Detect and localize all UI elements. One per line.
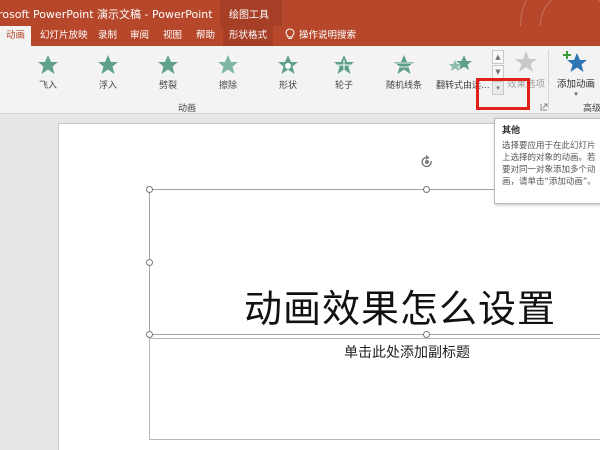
gallery-scroll-up[interactable]: ▲ — [492, 50, 504, 64]
resize-handle[interactable] — [146, 186, 153, 193]
star-icon — [515, 51, 537, 72]
star-icon — [278, 55, 298, 74]
group-label-animation: 动画 — [178, 104, 197, 114]
effect-wipe[interactable]: 擦除 — [204, 54, 252, 91]
window-title: rosoft PowerPoint 演示文稿 - PowerPoint — [0, 8, 213, 21]
slide-subtitle[interactable]: 单击此处添加副标题 — [344, 342, 470, 362]
effect-split[interactable]: 劈裂 — [144, 54, 192, 91]
gallery-scroll-down[interactable]: ▼ — [492, 65, 504, 79]
tab-slideshow[interactable]: 幻灯片放映 — [40, 26, 88, 46]
star-icon — [394, 55, 414, 74]
group-separator — [548, 50, 549, 110]
resize-handle[interactable] — [146, 259, 153, 266]
tab-review[interactable]: 审阅 — [130, 26, 149, 46]
effect-wheel[interactable]: 轮子 — [320, 54, 368, 91]
tab-shape-format[interactable]: 形状格式 — [223, 26, 274, 46]
star-icon — [158, 55, 178, 74]
star-icon — [218, 55, 238, 74]
tab-help[interactable]: 帮助 — [196, 26, 215, 46]
tell-me-search[interactable]: 操作说明搜索 — [285, 26, 356, 46]
star-icon — [98, 55, 118, 74]
group-label-advanced: 高级 — [583, 104, 600, 114]
effect-shape[interactable]: 形状 — [264, 54, 312, 91]
star-icon — [38, 55, 58, 74]
highlight-box — [476, 78, 530, 110]
tab-animations[interactable]: 动画 — [0, 26, 32, 46]
tooltip-title: 其他 — [502, 126, 521, 136]
rotate-handle-icon[interactable] — [420, 155, 434, 171]
context-group-label: 绘图工具 — [229, 10, 269, 21]
add-animation-label: 添加动画 — [556, 79, 595, 90]
effect-label: 劈裂 — [158, 81, 177, 91]
star-plus-icon — [563, 51, 587, 72]
star-icon — [449, 55, 472, 71]
resize-handle[interactable] — [146, 331, 153, 338]
tell-me-label: 操作说明搜索 — [299, 30, 357, 41]
tooltip-body: 选择要应用于在此幻灯片上选择的对象的动画。若要对同一对象添加多个动画，请单击“添… — [502, 141, 596, 187]
effect-random-bars[interactable]: 随机线条 — [380, 54, 428, 91]
effect-float-in[interactable]: 浮入 — [84, 54, 132, 91]
star-icon — [334, 55, 354, 74]
effect-label: 浮入 — [98, 81, 117, 91]
effect-fly-in[interactable]: 飞入 — [24, 54, 72, 91]
title-bar: rosoft PowerPoint 演示文稿 - PowerPoint 绘图工具 — [0, 0, 600, 80]
effect-label: 形状 — [278, 81, 297, 91]
tooltip-more: 其他 选择要应用于在此幻灯片上选择的对象的动画。若要对同一对象添加多个动画，请单… — [494, 118, 600, 204]
effect-label: 随机线条 — [385, 81, 422, 91]
ribbon-tab-bar: 动画 幻灯片放映 录制 审阅 视图 帮助 形状格式 操作说明搜索 — [0, 26, 600, 46]
dialog-launcher-icon[interactable] — [540, 103, 548, 111]
effect-label: 飞入 — [38, 81, 57, 91]
tab-record[interactable]: 录制 — [98, 26, 117, 46]
chevron-down-icon: ▾ — [574, 90, 578, 98]
lightbulb-icon — [285, 28, 295, 39]
add-animation-button[interactable]: 添加动画 ▾ — [554, 50, 598, 98]
effect-label: 擦除 — [218, 81, 237, 91]
slide-title[interactable]: 动画效果怎么设置 — [244, 278, 556, 333]
resize-handle[interactable] — [423, 186, 430, 193]
tab-view[interactable]: 视图 — [163, 26, 182, 46]
effect-label: 轮子 — [334, 81, 353, 91]
